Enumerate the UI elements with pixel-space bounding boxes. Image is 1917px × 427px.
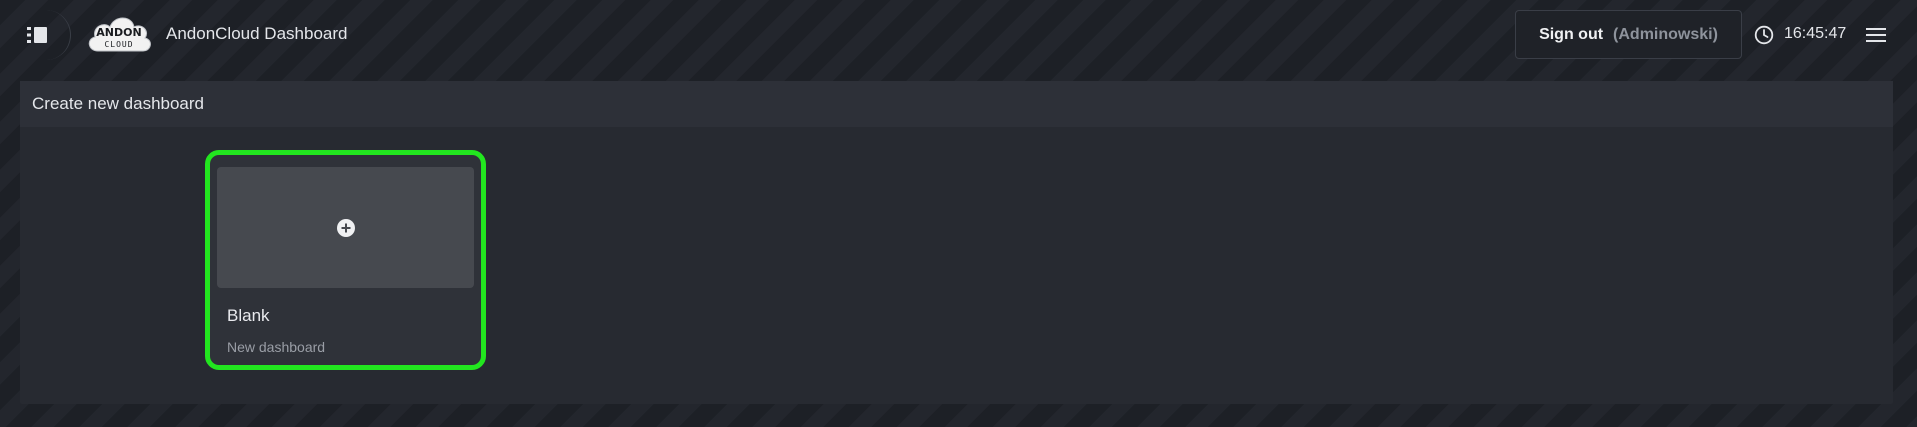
create-dashboard-panel: Create new dashboard Blank New dashboard: [20, 81, 1893, 404]
plus-circle-icon: [336, 218, 355, 237]
logo-text-top: ANDON: [96, 26, 141, 39]
logo-text-bottom: CLOUD: [104, 40, 133, 49]
sign-out-button[interactable]: Sign out (Adminowski): [1515, 10, 1742, 59]
template-title: Blank: [227, 306, 270, 325]
panel-title: Create new dashboard: [20, 81, 1893, 127]
clock-icon: [1754, 25, 1774, 45]
top-bar: ANDON CLOUD AndonCloud Dashboard Sign ou…: [0, 0, 1917, 70]
template-subtitle: New dashboard: [227, 339, 326, 355]
hamburger-menu-icon[interactable]: [1866, 26, 1886, 44]
template-preview: [217, 167, 474, 288]
sign-out-label: Sign out: [1539, 25, 1604, 43]
andoncloud-logo: ANDON CLOUD: [84, 9, 154, 59]
clock-time: 16:45:47: [1784, 25, 1847, 42]
current-user-label: (Adminowski): [1613, 25, 1718, 43]
blank-template-card[interactable]: Blank New dashboard: [205, 150, 486, 370]
app-title: AndonCloud Dashboard: [166, 24, 348, 43]
sidebar-toggle-button[interactable]: [14, 10, 71, 60]
sidebar-list-icon: [27, 27, 47, 43]
